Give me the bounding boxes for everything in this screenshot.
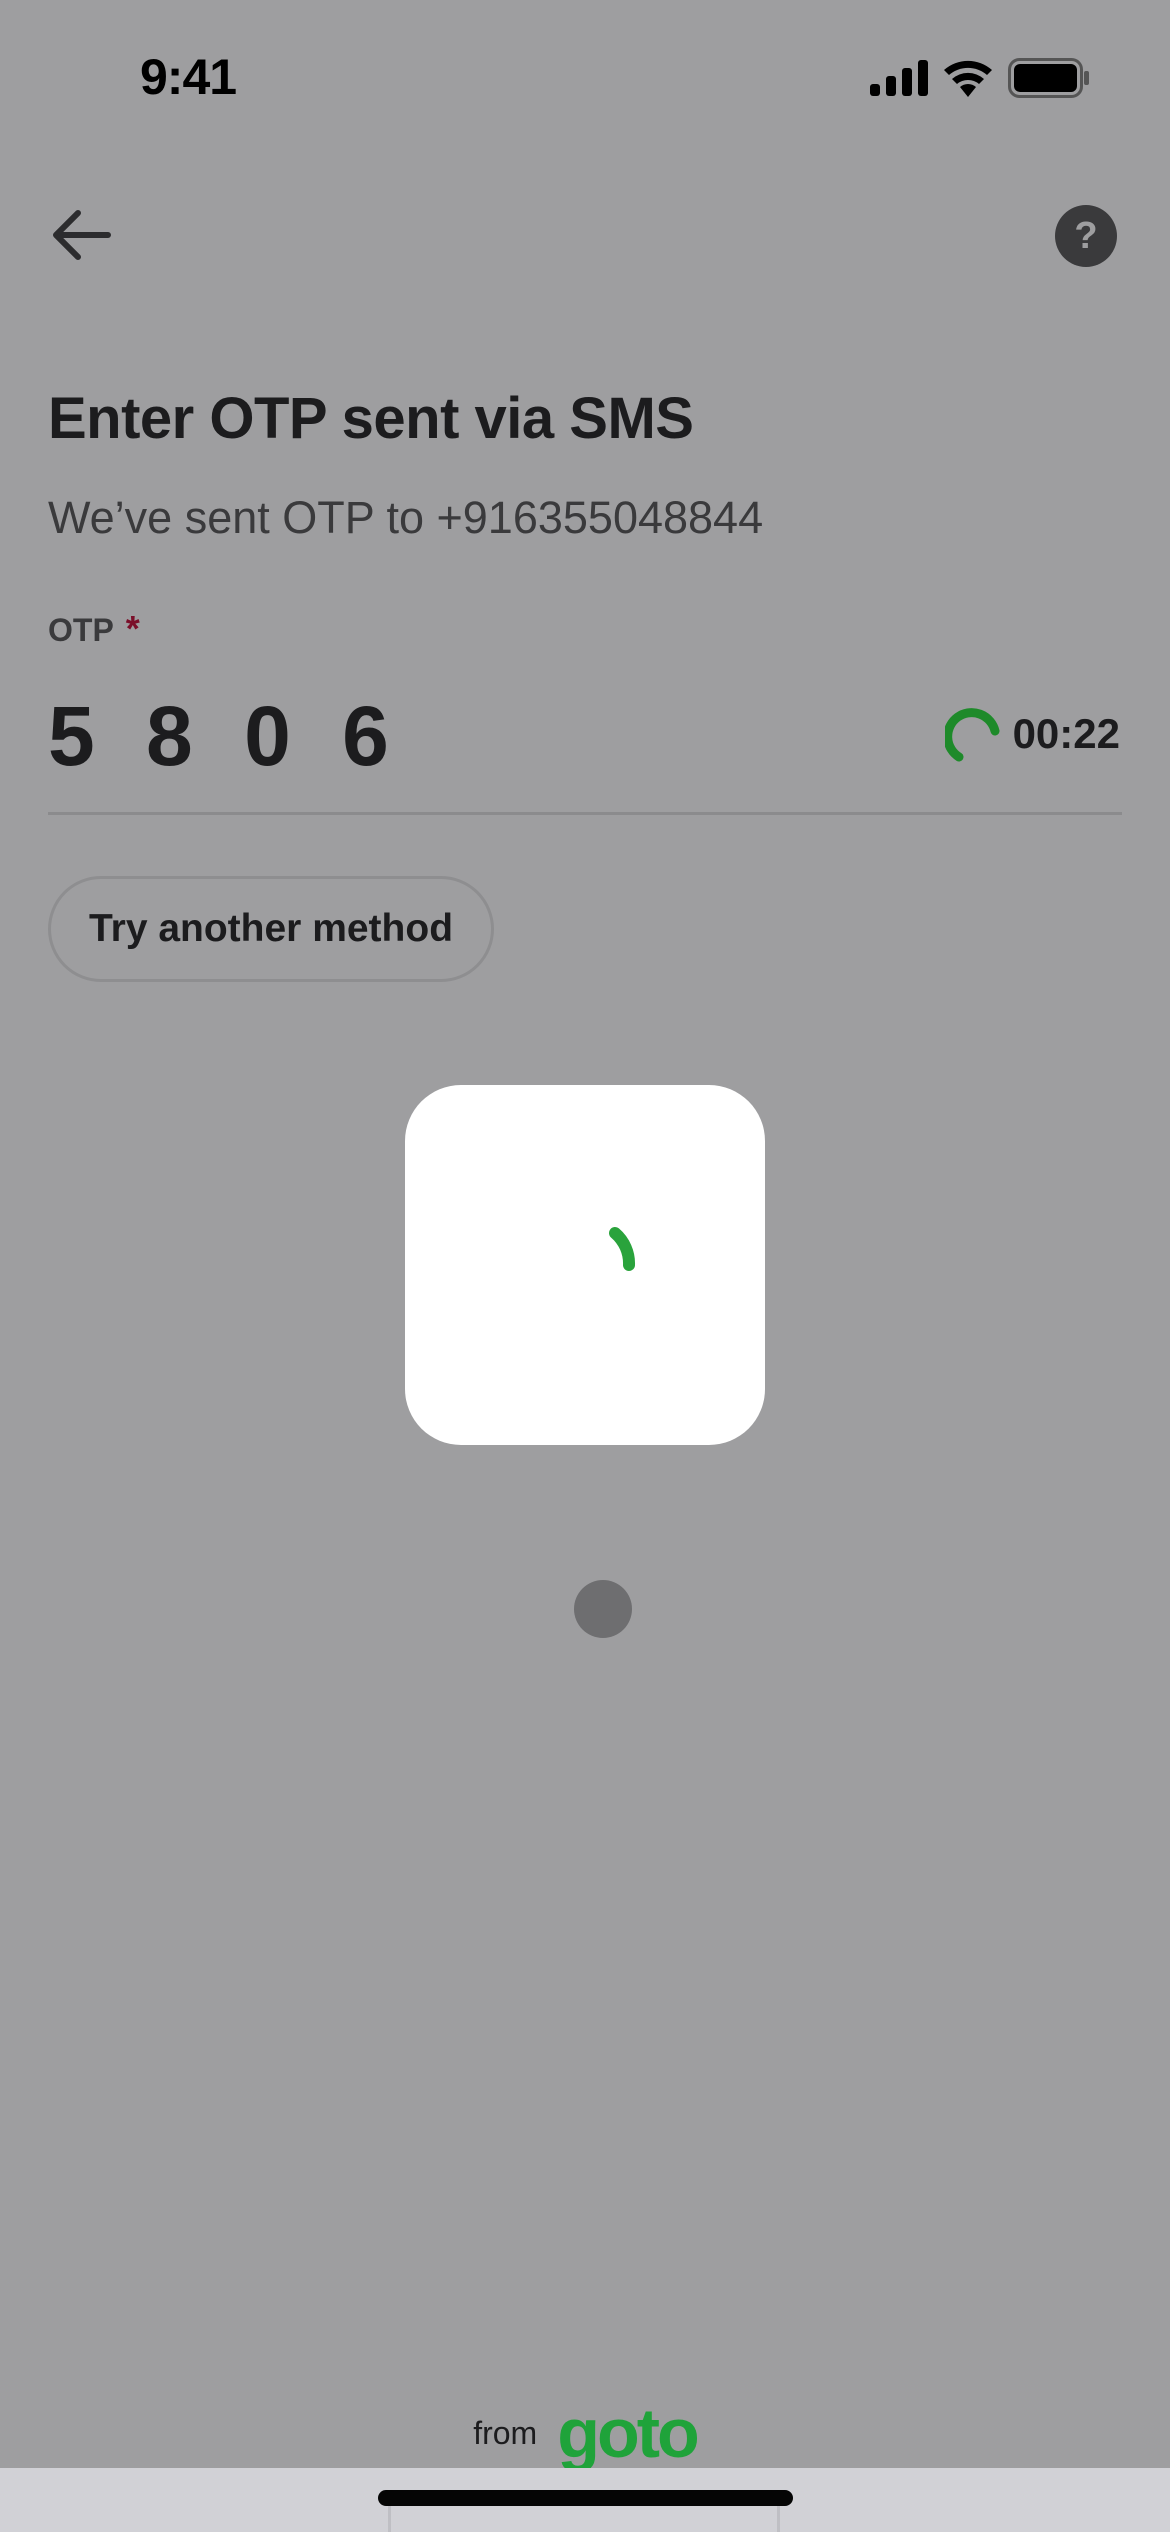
otp-sent-subtitle: We’ve sent OTP to +916355048844: [48, 492, 764, 543]
status-time: 9:41: [140, 49, 237, 105]
timer-text: 00:22: [1012, 710, 1120, 757]
arrow-left-icon: [53, 210, 111, 260]
home-indicator[interactable]: [378, 2490, 793, 2506]
otp-label-text: OTP: [48, 612, 114, 648]
otp-input[interactable]: 5 8 0 6: [48, 688, 403, 785]
wifi-icon: [944, 60, 992, 97]
battery-icon: [1008, 58, 1089, 98]
countdown-ring-icon: [944, 708, 1000, 762]
loading-dialog: [405, 1085, 765, 1445]
goto-logo: goto: [557, 2394, 700, 2472]
required-asterisk: *: [125, 608, 140, 649]
back-button[interactable]: [50, 205, 122, 265]
try-another-method-button[interactable]: Try another method: [48, 876, 494, 982]
loading-spinner-icon: [609, 1227, 635, 1271]
otp-underline: [48, 812, 1122, 815]
question-mark-icon: ?: [1074, 214, 1098, 257]
footer-brand: from goto: [0, 2398, 1170, 2468]
otp-label: OTP *: [48, 608, 140, 650]
help-button[interactable]: ?: [1055, 205, 1117, 267]
status-icons: [870, 58, 1090, 98]
cellular-signal-icon: [870, 60, 928, 96]
bottom-sheet-edge: [388, 2506, 780, 2532]
touch-indicator: [574, 1580, 632, 1638]
from-label: from: [473, 2414, 538, 2451]
resend-timer: 00:22: [944, 705, 1120, 763]
page-title: Enter OTP sent via SMS: [48, 386, 694, 451]
